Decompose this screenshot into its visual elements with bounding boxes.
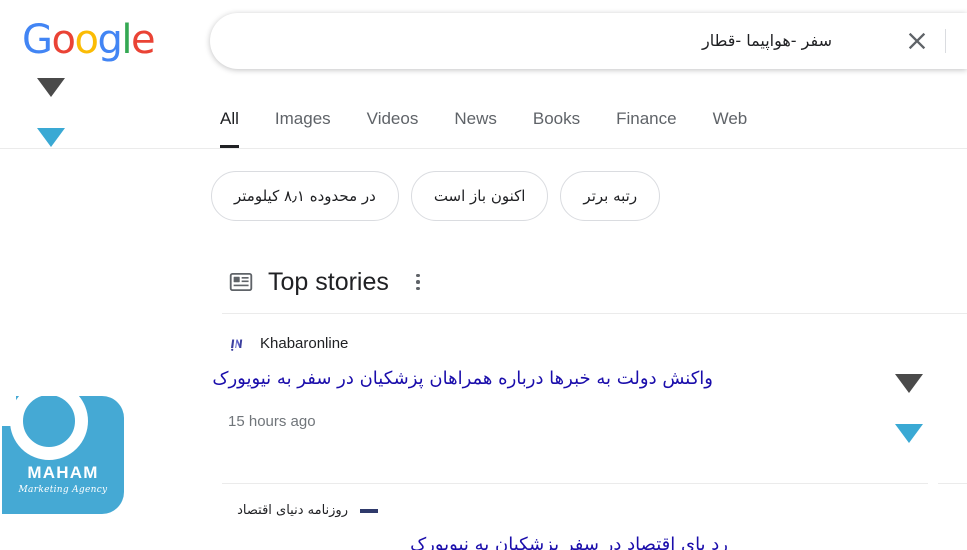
header: Google سفر -هواپیما -قطار bbox=[0, 0, 967, 80]
tab-all[interactable]: All bbox=[220, 108, 257, 148]
chip-open-now[interactable]: اکنون باز است bbox=[410, 171, 549, 221]
maham-ring-cut bbox=[2, 396, 16, 426]
tab-videos[interactable]: Videos bbox=[349, 108, 437, 148]
search-divider bbox=[945, 29, 946, 53]
filter-chips: در محدوده ۸٫۱ کیلومتر اکنون باز است رتبه… bbox=[211, 171, 661, 221]
news-source-row: Khabaronline bbox=[228, 332, 928, 356]
menu-dot-1 bbox=[416, 273, 420, 278]
news-source-name: روزنامه دنیای اقتصاد bbox=[237, 503, 348, 518]
top-stories-title: Top stories bbox=[268, 268, 389, 296]
khabaronline-favicon-icon bbox=[228, 334, 248, 354]
google-logo[interactable]: Google bbox=[22, 17, 156, 63]
donyaeeqtesad-favicon-icon bbox=[360, 509, 378, 513]
chip-top-rated[interactable]: رتبه برتر bbox=[560, 171, 661, 221]
logo-letter-g1: G bbox=[22, 17, 53, 63]
news-source-name: Khabaronline bbox=[260, 335, 349, 352]
logo-letter-g2: g bbox=[97, 17, 122, 63]
chip-distance[interactable]: در محدوده ۸٫۱ کیلومتر bbox=[211, 171, 399, 221]
close-icon[interactable] bbox=[903, 27, 931, 55]
news-headline[interactable]: رد پای اقتصاد در سفر پزشکیان به نیویورک bbox=[228, 532, 728, 550]
logo-letter-l: l bbox=[121, 17, 132, 63]
search-tabs: All Images Videos News Books Finance Web bbox=[220, 108, 765, 150]
maham-ring-icon bbox=[10, 396, 88, 460]
maham-watermark-logo: MAHAM Marketing Agency bbox=[2, 396, 124, 514]
divider-gap bbox=[928, 483, 938, 484]
search-box[interactable]: سفر -هواپیما -قطار bbox=[210, 13, 967, 69]
maham-name: MAHAM bbox=[27, 463, 99, 482]
news-source-row: روزنامه دنیای اقتصاد bbox=[228, 500, 378, 522]
news-card[interactable]: روزنامه دنیای اقتصاد bbox=[228, 500, 928, 530]
nav-bottom-border bbox=[0, 148, 967, 149]
divider-above-stories bbox=[222, 313, 967, 314]
newspaper-icon bbox=[228, 269, 254, 295]
logo-letter-e: e bbox=[130, 17, 156, 63]
news-headline[interactable]: واکنش دولت به خبرها درباره همراهان پزشکی… bbox=[212, 366, 713, 392]
menu-dot-2 bbox=[416, 280, 420, 284]
tab-web[interactable]: Web bbox=[695, 108, 766, 148]
logo-letter-o2: o bbox=[74, 17, 98, 63]
page-root: Google سفر -هواپیما -قطار All Images Vid… bbox=[0, 0, 967, 550]
tab-news[interactable]: News bbox=[436, 108, 515, 148]
menu-dot-3 bbox=[416, 286, 420, 291]
logo-letter-o1: o bbox=[51, 17, 76, 63]
marker-top-left-dark bbox=[37, 78, 65, 97]
divider-below-news-1 bbox=[222, 483, 967, 484]
news-timestamp: 15 hours ago bbox=[228, 413, 316, 430]
more-vertical-icon[interactable] bbox=[409, 269, 427, 295]
news-card[interactable]: Khabaronline واکنش دولت به خبرها درباره … bbox=[212, 332, 928, 432]
maham-tagline: Marketing Agency bbox=[18, 485, 108, 495]
tab-finance[interactable]: Finance bbox=[598, 108, 694, 148]
tab-images[interactable]: Images bbox=[257, 108, 349, 148]
search-input[interactable]: سفر -هواپیما -قطار bbox=[230, 13, 890, 69]
marker-top-left-cyan bbox=[37, 128, 65, 147]
top-stories-header: Top stories bbox=[228, 262, 427, 302]
tab-books[interactable]: Books bbox=[515, 108, 598, 148]
